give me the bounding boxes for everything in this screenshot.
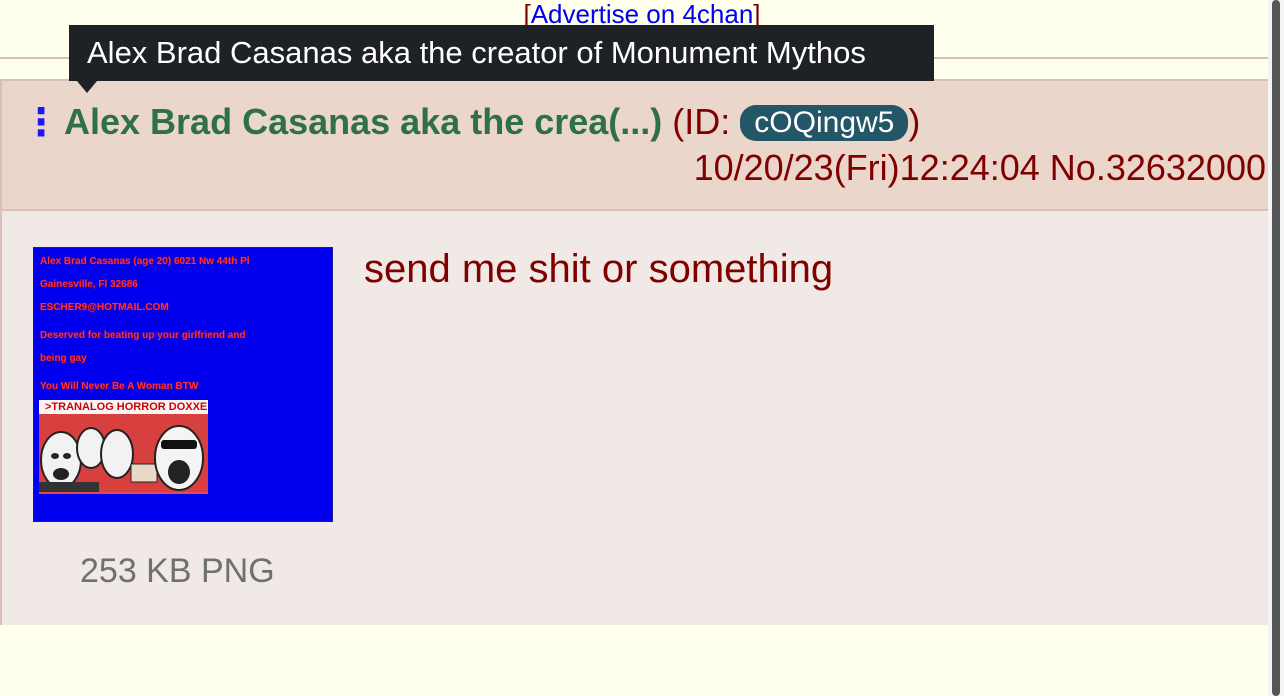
tooltip-arrow xyxy=(77,81,97,93)
vertical-ellipsis-icon[interactable]: ⋮ xyxy=(22,104,60,142)
ad-link-line: [Advertise on 4chan] xyxy=(0,0,1284,28)
post-thumbnail-image[interactable]: Alex Brad Casanas (age 20) 6021 Nw 44th … xyxy=(33,247,333,522)
name-tooltip: Alex Brad Casanas aka the creator of Mon… xyxy=(69,25,934,81)
post-header: ⋮ Alex Brad Casanas aka the crea(...) (I… xyxy=(2,81,1280,211)
thumbnail-meme-title: >TRANALOG HORROR DOXXED! xyxy=(39,400,208,414)
thumbnail-text-line: Deserved for beating up your girlfriend … xyxy=(40,330,246,341)
poster-id-badge[interactable]: cOQingw5 xyxy=(740,105,909,141)
page: [Advertise on 4chan] ⋮ Alex Brad Casanas… xyxy=(0,0,1284,696)
poster-name[interactable]: Alex Brad Casanas aka the crea(...) xyxy=(64,101,662,142)
thumbnail-text-line: Gainesville, Fl 32686 xyxy=(40,279,138,290)
thumbnail-text-line: being gay xyxy=(40,353,87,364)
post-datetime: 10/20/23(Fri)12:24:04 xyxy=(693,147,1040,188)
post-number-link[interactable]: No.32632000 xyxy=(1050,147,1266,188)
id-suffix: ) xyxy=(908,101,921,142)
vertical-scrollbar[interactable] xyxy=(1268,0,1284,696)
thumbnail-text-line: Alex Brad Casanas (age 20) 6021 Nw 44th … xyxy=(40,256,250,267)
post-body: Alex Brad Casanas (age 20) 6021 Nw 44th … xyxy=(2,211,1280,625)
soyjak-faces-illustration xyxy=(39,414,208,492)
post-name-row: Alex Brad Casanas aka the crea(...) (ID:… xyxy=(64,99,920,145)
post-reply: ⋮ Alex Brad Casanas aka the crea(...) (I… xyxy=(0,79,1282,625)
thumbnail-text-line: ESCHER9@HOTMAIL.COM xyxy=(40,302,169,313)
thumbnail-meme-image: >TRANALOG HORROR DOXXED! xyxy=(39,400,208,494)
scrollbar-thumb[interactable] xyxy=(1272,0,1280,696)
post-date-row: 10/20/23(Fri)12:24:04 No.32632000 xyxy=(694,145,1266,191)
file-info: 253 KB PNG xyxy=(80,552,275,590)
thumbnail-text-line: You Will Never Be A Woman BTW xyxy=(40,381,199,392)
id-prefix: (ID: xyxy=(662,101,741,142)
post-message: send me shit or something xyxy=(364,247,834,291)
